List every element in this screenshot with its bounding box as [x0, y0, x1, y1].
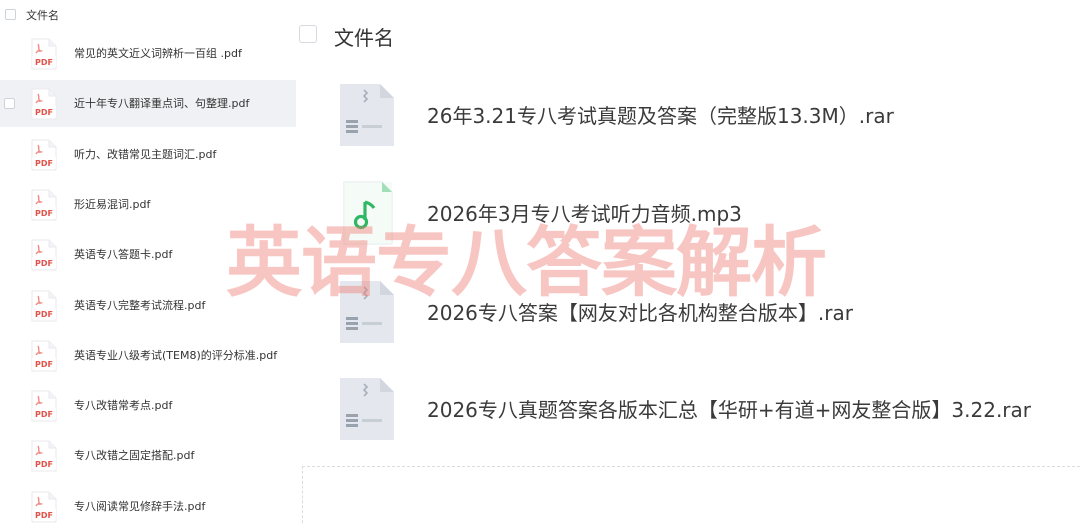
file-row[interactable]: PDF 英语专业八级考试(TEM8)的评分标准.pdf — [0, 332, 296, 379]
pdf-icon-label: PDF — [35, 460, 53, 469]
file-row[interactable]: 2026专八真题答案各版本汇总【华研+有道+网友整合版】3.22.rar — [296, 374, 1080, 454]
file-name[interactable]: 听力、改错常见主题词汇.pdf — [74, 146, 216, 162]
file-name[interactable]: 专八阅读常见修辞手法.pdf — [74, 498, 205, 514]
pdf-icon: PDF — [31, 189, 57, 221]
select-all-checkbox[interactable] — [299, 25, 317, 43]
pdf-icon-label: PDF — [35, 410, 53, 419]
file-row[interactable]: PDF 专八阅读常见修辞手法.pdf — [0, 483, 296, 523]
file-name[interactable]: 2026专八答案【网友对比各机构整合版本】.rar — [427, 297, 853, 326]
music-file-icon — [336, 178, 398, 248]
column-header-filename[interactable]: 文件名 — [334, 22, 394, 51]
pdf-icon-label: PDF — [35, 360, 53, 369]
pdf-icon: PDF — [31, 290, 57, 322]
pdf-icon: PDF — [31, 88, 57, 120]
row-checkbox[interactable] — [4, 98, 15, 110]
file-name[interactable]: 常见的英文近义词辨析一百组 .pdf — [74, 45, 242, 61]
pdf-icon-label: PDF — [35, 58, 53, 67]
file-name[interactable]: 英语专业八级考试(TEM8)的评分标准.pdf — [74, 347, 277, 363]
archive-icon — [336, 80, 398, 150]
pdf-icon: PDF — [31, 239, 57, 271]
file-name[interactable]: 英语专八答题卡.pdf — [74, 246, 172, 262]
file-row[interactable]: PDF 专八改错常考点.pdf — [0, 382, 296, 429]
pdf-icon: PDF — [31, 38, 57, 70]
file-row[interactable]: PDF 英语专八完整考试流程.pdf — [0, 282, 296, 329]
pdf-icon: PDF — [31, 390, 57, 422]
archive-icon — [336, 277, 398, 347]
column-header-filename[interactable]: 文件名 — [26, 7, 59, 23]
left-list-header: 文件名 — [0, 0, 296, 28]
pdf-icon-label: PDF — [35, 511, 53, 520]
pdf-icon-label: PDF — [35, 259, 53, 268]
file-name[interactable]: 专八改错常考点.pdf — [74, 397, 172, 413]
file-row[interactable]: PDF 形近易混词.pdf — [0, 181, 296, 228]
file-row[interactable]: 26年3.21专八考试真题及答案（完整版13.3M）.rar — [296, 80, 1080, 160]
file-name[interactable]: 2026年3月专八考试听力音频.mp3 — [427, 198, 742, 227]
drop-zone-border — [302, 466, 303, 523]
file-name[interactable]: 英语专八完整考试流程.pdf — [74, 297, 205, 313]
file-name[interactable]: 26年3.21专八考试真题及答案（完整版13.3M）.rar — [427, 100, 894, 129]
file-row[interactable]: PDF 常见的英文近义词辨析一百组 .pdf — [0, 30, 296, 77]
file-row[interactable]: 2026年3月专八考试听力音频.mp3 — [296, 178, 1080, 258]
pdf-icon: PDF — [31, 440, 57, 472]
pdf-icon-label: PDF — [35, 209, 53, 218]
file-row[interactable]: PDF 听力、改错常见主题词汇.pdf — [0, 131, 296, 178]
file-row[interactable]: PDF 近十年专八翻译重点词、句整理.pdf — [0, 80, 296, 128]
pdf-icon: PDF — [31, 139, 57, 171]
pdf-icon: PDF — [31, 340, 57, 372]
file-row[interactable]: PDF 英语专八答题卡.pdf — [0, 231, 296, 278]
file-name[interactable]: 近十年专八翻译重点词、句整理.pdf — [74, 95, 249, 111]
pdf-icon-label: PDF — [35, 159, 53, 168]
pdf-icon-label: PDF — [35, 108, 53, 117]
pdf-icon: PDF — [31, 491, 57, 523]
file-name[interactable]: 专八改错之固定搭配.pdf — [74, 447, 194, 463]
file-name[interactable]: 形近易混词.pdf — [74, 196, 150, 212]
select-all-checkbox[interactable] — [5, 9, 16, 20]
file-row[interactable]: 2026专八答案【网友对比各机构整合版本】.rar — [296, 277, 1080, 357]
pdf-icon-label: PDF — [35, 310, 53, 319]
file-row[interactable]: PDF 专八改错之固定搭配.pdf — [0, 432, 296, 479]
drop-zone-border — [302, 466, 1080, 467]
archive-icon — [336, 374, 398, 444]
right-file-list: 文件名 26年3.21专八考试真题及答案（完整版13.3M）.rar 2026年… — [296, 0, 1080, 523]
file-name[interactable]: 2026专八真题答案各版本汇总【华研+有道+网友整合版】3.22.rar — [427, 394, 1031, 423]
left-file-list: 文件名 PDF 常见的英文近义词辨析一百组 .pdf PDF 近十年专八翻译重点… — [0, 0, 296, 523]
